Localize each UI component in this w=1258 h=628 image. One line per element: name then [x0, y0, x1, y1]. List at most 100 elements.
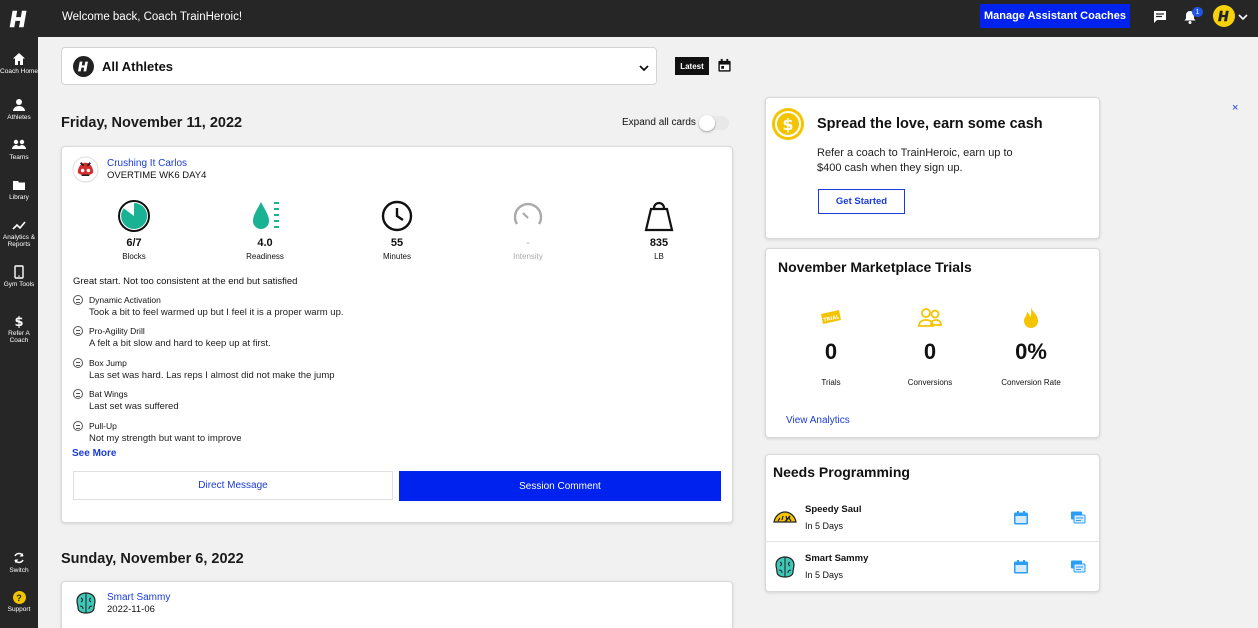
- logo-h-icon: [9, 10, 27, 27]
- coach-avatar[interactable]: [1213, 5, 1235, 27]
- metric-value: 6/7: [126, 237, 142, 249]
- athlete-avatar-sammy[interactable]: [772, 554, 798, 580]
- metric-label: Minutes: [382, 252, 411, 261]
- exercise-name: Box Jump: [89, 358, 127, 368]
- sidebar-item-gym-tools[interactable]: Gym Tools: [0, 265, 38, 288]
- readiness-drop-icon: [253, 202, 279, 229]
- stat-conversions: 0 Conversions: [880, 305, 980, 387]
- exercise-name: Pro-Agility Drill: [89, 326, 145, 336]
- toggle-knob: [699, 115, 715, 131]
- sidebar-item-refer-a-coach[interactable]: $ Refer A Coach: [0, 314, 38, 344]
- sidebar-item-label: Coach Home: [0, 68, 38, 75]
- needs-programming-title: Needs Programming: [773, 464, 910, 480]
- session-date-heading: Sunday, November 6, 2022: [61, 551, 244, 567]
- svg-text:$: $: [14, 315, 23, 328]
- stat-trials: TRIAL 0 Trials: [781, 305, 881, 387]
- exercise-comment: Took a bit to feel warmed up but I feel …: [89, 307, 344, 318]
- stat-conversion-rate: 0% Conversion Rate: [981, 305, 1081, 387]
- direct-message-button[interactable]: Direct Message: [73, 471, 393, 500]
- exercise-comment: Last set was suffered: [89, 401, 179, 412]
- athlete-avatar-sammy[interactable]: [73, 590, 99, 616]
- exercise-comment-icon: [73, 421, 83, 431]
- metric-readiness: 4.0 Readiness: [220, 199, 310, 261]
- person-icon: [13, 99, 25, 111]
- athlete-avatar-carlos[interactable]: [72, 156, 99, 183]
- metric-label: Readiness: [246, 252, 284, 261]
- stat-value: 0: [824, 339, 838, 364]
- sidebar-item-label: Support: [7, 606, 31, 613]
- metric-value: -: [526, 237, 530, 249]
- manage-assistant-coaches-button[interactable]: Manage Assistant Coaches: [980, 4, 1130, 28]
- athlete-name-link[interactable]: Smart Sammy: [107, 592, 170, 603]
- sidebar-item-label: Switch: [9, 567, 29, 574]
- stat-label: Conversion Rate: [1001, 378, 1061, 387]
- metric-intensity: - Intensity: [483, 199, 573, 261]
- session-card: [61, 581, 733, 628]
- exercise-comment: Las set was hard. Las reps I almost did …: [89, 370, 335, 381]
- exercise-comment: A felt a bit slow and hard to keep up at…: [89, 338, 271, 349]
- sidebar-item-coach-home[interactable]: Coach Home: [0, 52, 38, 75]
- workout-name: OVERTIME WK6 DAY4: [107, 170, 207, 181]
- session-summary: Great start. Not too consistent at the e…: [73, 276, 298, 287]
- athlete-select-dropdown[interactable]: All Athletes: [61, 47, 657, 85]
- promo-title: Spread the love, earn some cash: [817, 116, 1043, 132]
- stat-label: Conversions: [907, 378, 953, 387]
- athlete-name-link[interactable]: Crushing It Carlos: [107, 158, 187, 169]
- metric-label: Intensity: [513, 252, 543, 261]
- weight-icon: [644, 201, 674, 232]
- help-icon: ?: [12, 591, 26, 604]
- sidebar-item-library[interactable]: Library: [0, 178, 38, 201]
- people-icon: [918, 308, 942, 327]
- sidebar-item-athletes[interactable]: Athletes: [0, 98, 38, 121]
- expand-all-toggle[interactable]: [699, 115, 729, 131]
- metric-value: 55: [390, 237, 404, 249]
- svg-text:$: $: [782, 115, 793, 134]
- workout-name: 2022-11-06: [107, 604, 155, 615]
- programming-due: In 5 Days: [805, 521, 844, 531]
- athlete-name[interactable]: Speedy Saul: [805, 504, 862, 515]
- metric-label: Blocks: [122, 252, 146, 261]
- sidebar-item-teams[interactable]: Teams: [0, 138, 38, 161]
- sidebar-item-label: Library: [9, 194, 29, 201]
- sidebar-item-label: Teams: [9, 154, 29, 161]
- trend-icon: [12, 221, 26, 230]
- sidebar-item-label: Athletes: [7, 114, 31, 121]
- view-analytics-link[interactable]: View Analytics: [786, 415, 850, 426]
- chat-icon[interactable]: [1152, 9, 1168, 25]
- calendar-icon[interactable]: [1013, 510, 1029, 526]
- exercise-name: Pull-Up: [89, 421, 117, 431]
- notification-badge: 1: [1192, 7, 1203, 17]
- session-comment-button[interactable]: Session Comment: [399, 471, 721, 501]
- trainheroic-logo[interactable]: [0, 0, 38, 37]
- welcome-message: Welcome back, Coach TrainHeroic!: [62, 11, 243, 23]
- avatar-logo-icon: [1218, 10, 1229, 22]
- athletes-logo-icon: [73, 56, 94, 77]
- exercise-name: Bat Wings: [89, 389, 128, 399]
- close-icon[interactable]: ×: [1232, 102, 1238, 114]
- athlete-name[interactable]: Smart Sammy: [805, 553, 868, 564]
- blocks-progress-icon: [118, 200, 150, 232]
- metric-value: 835: [649, 237, 669, 249]
- metric-label: LB: [654, 252, 664, 261]
- chevron-down-icon[interactable]: [1237, 11, 1249, 23]
- promo-text: Refer a coach to TrainHeroic, earn up to…: [817, 147, 1013, 174]
- sidebar-item-switch[interactable]: Switch: [0, 551, 38, 574]
- logo-h-icon: [77, 61, 88, 72]
- calendar-icon[interactable]: [717, 58, 732, 73]
- sidebar-item-label: Refer A Coach: [8, 330, 30, 344]
- sidebar-item-support[interactable]: ? Support: [0, 591, 38, 613]
- see-more-link[interactable]: See More: [72, 448, 116, 459]
- calendar-icon[interactable]: [1013, 559, 1029, 575]
- get-started-button[interactable]: Get Started: [818, 189, 905, 214]
- row-divider: [765, 541, 1100, 542]
- programming-due: In 5 Days: [805, 570, 844, 580]
- exercise-comment-icon: [73, 295, 83, 305]
- message-icon[interactable]: [1070, 559, 1086, 575]
- latest-button[interactable]: Latest: [675, 57, 709, 75]
- metric-minutes: 55 Minutes: [352, 199, 442, 261]
- folder-icon: [13, 181, 25, 190]
- switch-icon: [14, 552, 24, 564]
- sidebar-item-analytics[interactable]: Analytics & Reports: [0, 218, 38, 248]
- athlete-avatar-saul[interactable]: [772, 505, 798, 531]
- message-icon[interactable]: [1070, 510, 1086, 526]
